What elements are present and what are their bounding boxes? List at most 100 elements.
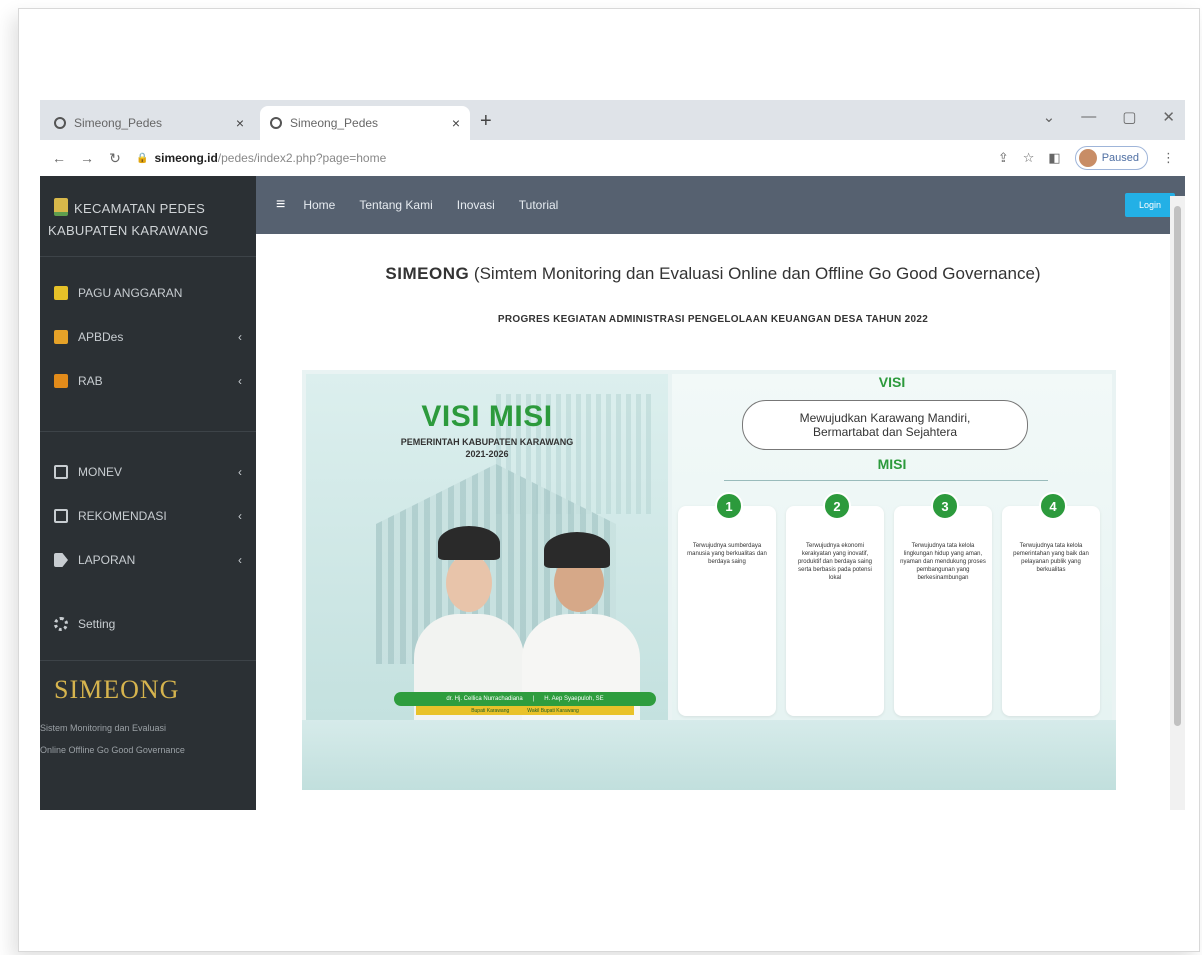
- visi-statement: Mewujudkan Karawang Mandiri, Bermartabat…: [742, 400, 1028, 450]
- misi-card: 1 Terwujudnya sumberdaya manusia yang be…: [678, 492, 776, 716]
- name-right: H. Aep Syaepuloh, SE: [544, 696, 604, 702]
- karawang-logo-icon: [54, 198, 68, 216]
- page-subtitle: PROGRES KEGIATAN ADMINISTRASI PENGELOLAA…: [497, 314, 929, 325]
- chevron-left-icon: ‹: [238, 509, 242, 523]
- visi-misi-banner: VISI MISI PEMERINTAH KABUPATEN KARAWANG …: [302, 370, 1116, 790]
- misi-number: 2: [823, 492, 851, 520]
- browser-window: Simeong_Pedes × Simeong_Pedes × + ⌄ — ▢ …: [40, 100, 1185, 810]
- misi-card: 2 Terwujudnya ekonomi kerakyatan yang in…: [786, 492, 884, 716]
- more-menu-icon[interactable]: ⋮: [1162, 150, 1175, 166]
- sidebar-item-label: PAGU ANGGARAN: [78, 286, 183, 300]
- tab-title: Simeong_Pedes: [290, 116, 379, 130]
- visi-line-2: Bermartabat dan Sejahtera: [812, 425, 958, 439]
- misi-card: 4 Terwujudnya tata kelola pemerintahan y…: [1002, 492, 1100, 716]
- hamburger-menu-icon[interactable]: ≡: [276, 196, 285, 214]
- page-title-rest: (Simtem Monitoring dan Evaluasi Online d…: [469, 264, 1041, 283]
- banner-heading: VISI MISI: [421, 400, 553, 433]
- page-scrollbar[interactable]: [1170, 196, 1185, 810]
- sidebar-item-label: MONEV: [78, 465, 123, 479]
- sidebar-item-label: RAB: [78, 374, 103, 388]
- misi-text: Terwujudnya tata kelola lingkungan hidup…: [900, 543, 986, 581]
- side-panel-icon[interactable]: ◧: [1048, 150, 1060, 166]
- sidebar-item-laporan[interactable]: LAPORAN ‹: [40, 538, 256, 582]
- url-host: simeong.id: [154, 151, 218, 165]
- new-tab-button[interactable]: +: [480, 110, 492, 133]
- banner-right-panel: VISI Mewujudkan Karawang Mandiri, Bermar…: [672, 374, 1112, 720]
- regent-cap: [438, 526, 500, 560]
- url-field[interactable]: 🔒 simeong.id /pedes/index2.php?page=home: [136, 151, 386, 165]
- chevron-left-icon: ‹: [238, 465, 242, 479]
- tab-title: Simeong_Pedes: [74, 116, 163, 130]
- sidebar-item-label: LAPORAN: [78, 553, 136, 567]
- avatar: [1078, 149, 1097, 167]
- banner-left-panel: VISI MISI PEMERINTAH KABUPATEN KARAWANG …: [306, 374, 668, 720]
- sidebar-brand[interactable]: KECAMATAN PEDES KABUPATEN KARAWANG: [40, 176, 256, 242]
- main-content: SIMEONG (Simtem Monitoring dan Evaluasi …: [256, 234, 1170, 810]
- reload-icon[interactable]: ↻: [106, 150, 124, 167]
- login-button[interactable]: Login: [1124, 193, 1175, 217]
- tab-search-icon[interactable]: ⌄: [1043, 108, 1056, 126]
- name-left: dr. Hj. Cellica Nurrachadiana: [446, 696, 523, 702]
- gears-icon: [54, 617, 68, 631]
- profile-button[interactable]: Paused: [1074, 146, 1148, 170]
- misi-text: Terwujudnya tata kelola pemerintahan yan…: [1013, 543, 1089, 573]
- lock-icon[interactable]: 🔒: [136, 153, 148, 164]
- sidebar-item-monev[interactable]: MONEV ‹: [40, 450, 256, 494]
- visi-line-1: Mewujudkan Karawang Mandiri,: [799, 411, 971, 425]
- sidebar-tagline: Sistem Monitoring dan Evaluasi Online Of…: [40, 717, 256, 761]
- sidebar-item-rekomendasi[interactable]: REKOMENDASI ‹: [40, 494, 256, 538]
- minimize-icon[interactable]: —: [1081, 108, 1096, 126]
- top-navbar: ≡ Home Tentang Kami Inovasi Tutorial Log…: [256, 176, 1185, 234]
- bookmark-star-icon[interactable]: ☆: [1023, 150, 1035, 166]
- misi-label: MISI: [877, 456, 907, 472]
- misi-text: Terwujudnya sumberdaya manusia yang berk…: [687, 543, 767, 565]
- close-tab-icon[interactable]: ×: [452, 115, 460, 131]
- nav-link-home[interactable]: Home: [303, 198, 335, 212]
- divider: [40, 431, 256, 432]
- maximize-icon[interactable]: ▢: [1122, 108, 1136, 126]
- page-title: SIMEONG (Simtem Monitoring dan Evaluasi …: [256, 264, 1170, 284]
- back-icon[interactable]: ←: [50, 150, 68, 166]
- close-tab-icon[interactable]: ×: [236, 115, 244, 131]
- tab-2[interactable]: Simeong_Pedes ×: [260, 106, 470, 140]
- tagline-line-1: Sistem Monitoring dan Evaluasi: [40, 723, 167, 733]
- window-controls: ⌄ — ▢ ✕: [1043, 108, 1175, 126]
- report-icon: [54, 553, 68, 567]
- sidebar-item-pagu-anggaran[interactable]: PAGU ANGGARAN: [40, 271, 256, 315]
- divider: [40, 256, 256, 257]
- nav-link-tentang-kami[interactable]: Tentang Kami: [359, 198, 432, 212]
- banner-bottom-strip: [302, 720, 1116, 790]
- globe-icon: [54, 117, 66, 129]
- profile-label: Paused: [1101, 152, 1139, 164]
- chevron-left-icon: ‹: [238, 374, 242, 388]
- share-icon[interactable]: ⇪: [998, 150, 1009, 166]
- globe-icon: [270, 117, 282, 129]
- table-icon: [54, 374, 68, 388]
- banner-subheading-line-2: 2021-2026: [465, 449, 509, 459]
- simeong-logo: SIMEONG: [54, 675, 180, 704]
- regent-face: [446, 554, 492, 612]
- divider: [40, 660, 256, 661]
- sidebar-item-setting[interactable]: Setting: [40, 602, 256, 646]
- sidebar-item-apbdes[interactable]: APBDes ‹: [40, 315, 256, 359]
- document-icon: [54, 330, 68, 344]
- sidebar-item-label: REKOMENDASI: [78, 509, 167, 523]
- chevron-left-icon: ‹: [238, 330, 242, 344]
- close-window-icon[interactable]: ✕: [1162, 108, 1175, 126]
- nav-link-inovasi[interactable]: Inovasi: [457, 198, 495, 212]
- brand-line-2: KABUPATEN KARAWANG: [48, 223, 209, 238]
- sidebar-item-rab[interactable]: RAB ‹: [40, 359, 256, 403]
- tab-1[interactable]: Simeong_Pedes ×: [44, 106, 254, 140]
- misi-number: 1: [715, 492, 743, 520]
- forward-icon[interactable]: →: [78, 150, 96, 166]
- chevron-left-icon: ‹: [238, 553, 242, 567]
- scrollbar-thumb[interactable]: [1174, 206, 1181, 726]
- tab-bar: Simeong_Pedes × Simeong_Pedes × + ⌄ — ▢ …: [40, 100, 1185, 140]
- misi-connector-line: [724, 480, 1048, 481]
- sidebar: KECAMATAN PEDES KABUPATEN KARAWANG PAGU …: [40, 176, 256, 810]
- nav-link-tutorial[interactable]: Tutorial: [519, 198, 559, 212]
- banner-subheading: PEMERINTAH KABUPATEN KARAWANG 2021-2026: [306, 436, 668, 460]
- edit-icon: [54, 465, 68, 479]
- sidebar-item-label: APBDes: [78, 330, 124, 344]
- url-path: /pedes/index2.php?page=home: [217, 151, 387, 165]
